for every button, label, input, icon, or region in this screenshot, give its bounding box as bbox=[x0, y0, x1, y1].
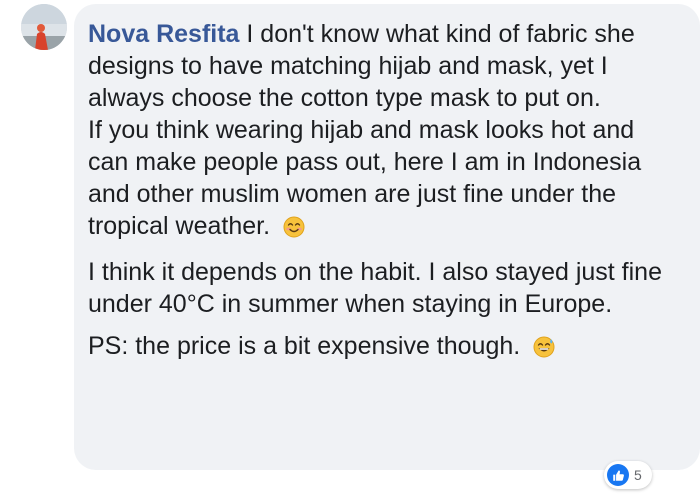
reaction-summary[interactable]: 5 bbox=[604, 461, 652, 489]
avatar-photo bbox=[21, 4, 67, 50]
comment-paragraph: PS: the price is a bit expensive though. bbox=[88, 330, 668, 366]
comment-text: PS: the price is a bit expensive though. bbox=[88, 332, 521, 360]
comment-thread: Nova Resfita I don't know what kind of f… bbox=[0, 0, 700, 498]
author-name-link[interactable]: Nova Resfita bbox=[88, 20, 239, 48]
comment-text: I think it depends on the habit. I also … bbox=[88, 258, 662, 318]
like-icon bbox=[607, 464, 629, 486]
comment-paragraph: Nova Resfita I don't know what kind of f… bbox=[88, 18, 668, 246]
smiling-face-emoji-icon bbox=[283, 214, 305, 246]
comment-bubble: Nova Resfita I don't know what kind of f… bbox=[74, 4, 700, 470]
grinning-sweat-emoji-icon bbox=[533, 334, 555, 366]
avatar[interactable] bbox=[21, 4, 67, 50]
comment-paragraph: I think it depends on the habit. I also … bbox=[88, 256, 668, 320]
comment-body: Nova Resfita I don't know what kind of f… bbox=[88, 18, 668, 366]
comment-text: If you think wearing hijab and mask look… bbox=[88, 116, 642, 240]
reaction-count: 5 bbox=[634, 467, 642, 483]
